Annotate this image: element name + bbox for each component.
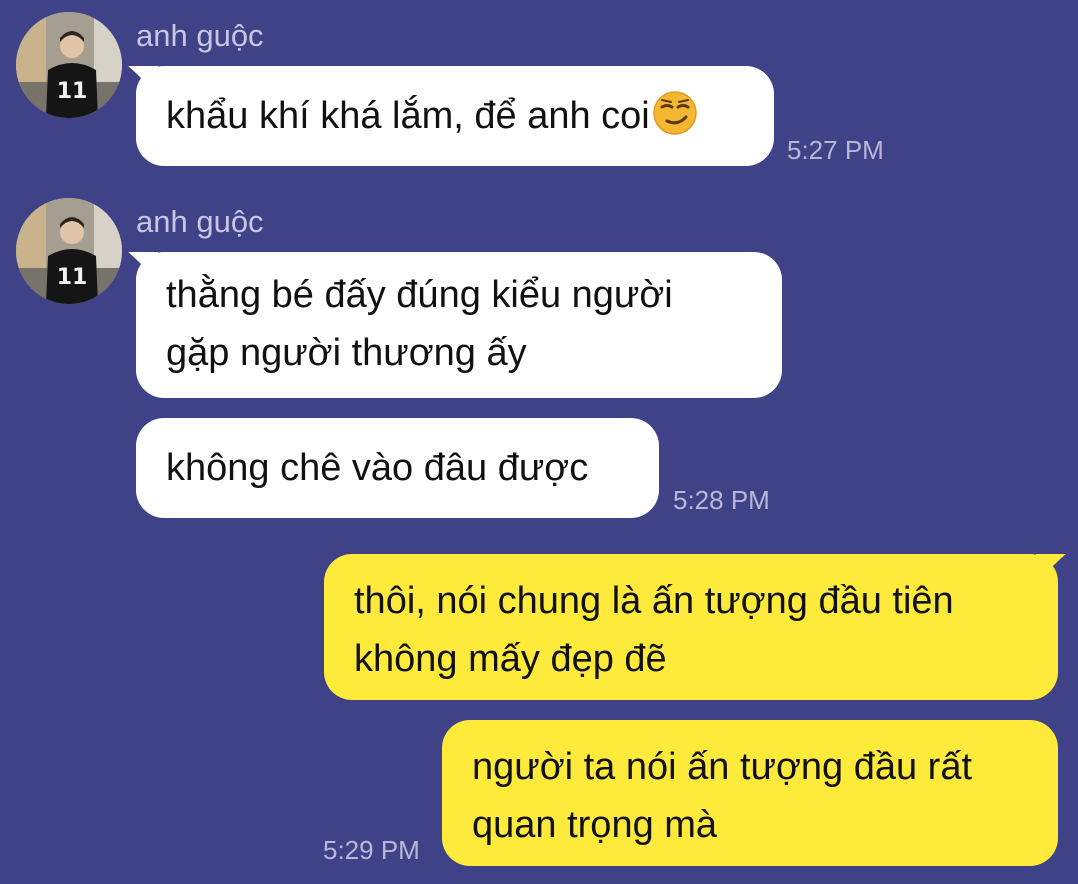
sender-name: anh guộc bbox=[136, 204, 264, 239]
message-text-line: gặp người thương ấy bbox=[166, 332, 527, 374]
person-avatar-icon: 11 bbox=[16, 198, 122, 304]
svg-text:11: 11 bbox=[57, 79, 88, 104]
message-bubble[interactable]: thằng bé đấy đúng kiểu người gặp người t… bbox=[128, 252, 782, 398]
svg-text:11: 11 bbox=[57, 265, 88, 290]
message-bubble-outgoing[interactable]: người ta nói ấn tượng đầu rất quan trọng… bbox=[442, 720, 1058, 866]
message-bubble-outgoing[interactable]: thôi, nói chung là ấn tượng đầu tiên khô… bbox=[324, 554, 1066, 700]
message-text-line: không mấy đẹp đẽ bbox=[354, 638, 667, 680]
message-timestamp: 5:27 PM bbox=[787, 135, 884, 165]
message-text: khẩu khí khá lắm, để anh coi bbox=[166, 95, 650, 137]
bubble-tail bbox=[1036, 554, 1066, 584]
message-bubble[interactable]: không chê vào đâu được bbox=[136, 418, 659, 518]
sender-avatar[interactable]: 11 bbox=[16, 12, 122, 118]
bubble-tail bbox=[128, 252, 158, 282]
sender-name: anh guộc bbox=[136, 18, 264, 53]
message-bubble[interactable]: khẩu khí khá lắm, để anh coi bbox=[128, 66, 774, 166]
message-timestamp: 5:29 PM bbox=[323, 835, 420, 865]
message-text-line: thôi, nói chung là ấn tượng đầu tiên bbox=[354, 580, 954, 622]
message-text: không chê vào đâu được bbox=[166, 447, 589, 489]
person-avatar-icon: 11 bbox=[16, 12, 122, 118]
bubble-tail bbox=[128, 66, 158, 96]
message-timestamp: 5:28 PM bbox=[673, 485, 770, 515]
message-text-line: người ta nói ấn tượng đầu rất bbox=[472, 746, 973, 788]
sender-avatar[interactable]: 11 bbox=[16, 198, 122, 304]
message-text-line: thằng bé đấy đúng kiểu người bbox=[166, 274, 673, 316]
smirking-face-icon bbox=[653, 91, 697, 135]
message-text-line: quan trọng mà bbox=[472, 804, 718, 846]
